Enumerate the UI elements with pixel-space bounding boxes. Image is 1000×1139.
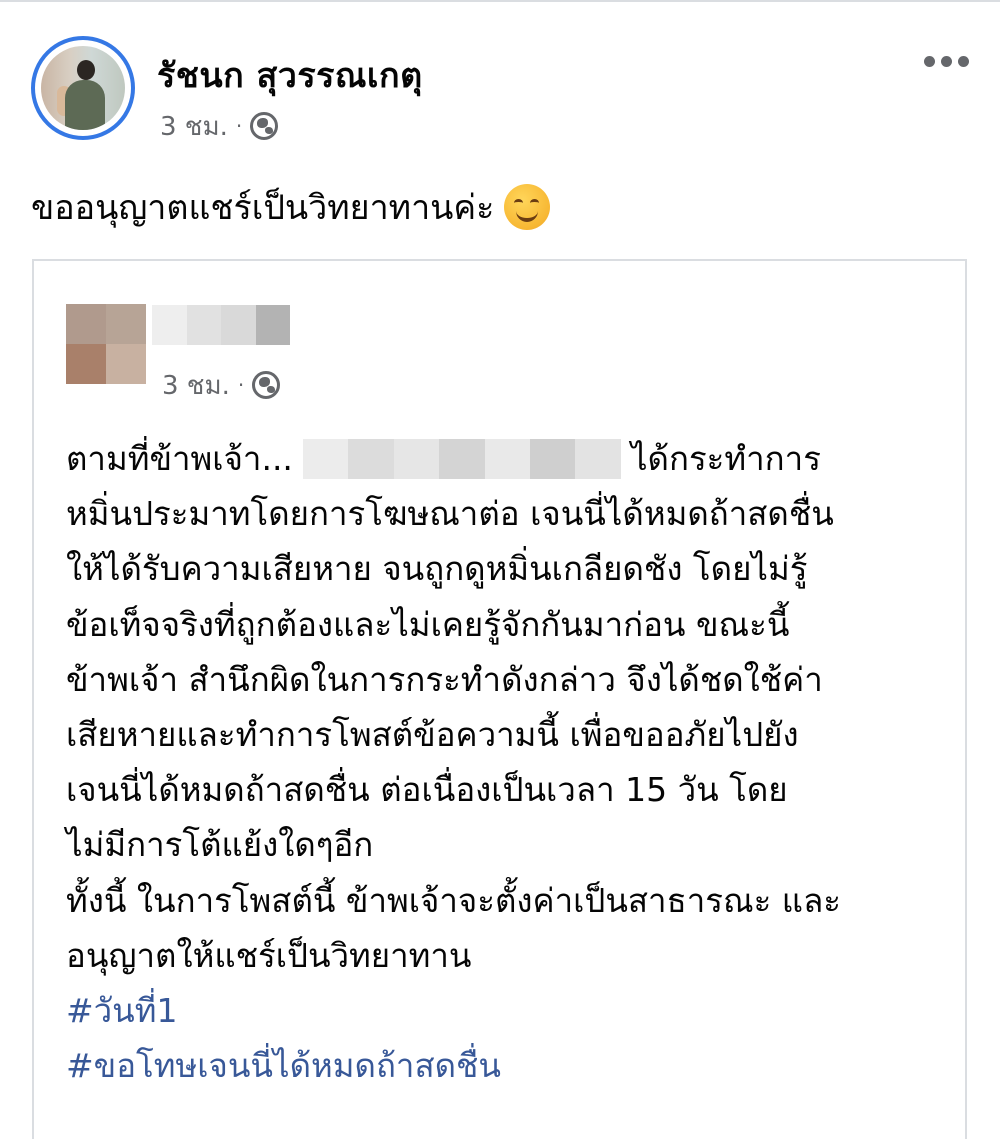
top-divider: [0, 0, 1000, 2]
body-line-end: ได้กระทำการ: [630, 439, 821, 478]
body-line: เจนนี่ได้หมดถ้าสดชื่น ต่อเนื่องเป็นเวลา …: [66, 770, 788, 810]
body-line: ตามที่ข้าพเจ้า... ได้กระทำการ: [66, 431, 946, 486]
body-line: ไม่มีการโต้แย้งใดๆอีก: [66, 825, 374, 865]
globe-icon[interactable]: [250, 112, 279, 140]
body-line: หมิ่นประมาทโดยการโฆษณาต่อ เจนนี่ได้หมดถ้…: [66, 494, 834, 534]
avatar-photo: [41, 46, 125, 130]
meta-separator: ·: [235, 114, 243, 138]
hashtag-link[interactable]: #วันที่1: [66, 983, 946, 1038]
post-meta: 3 ชม. ·: [160, 106, 279, 147]
shared-meta-separator: ·: [237, 373, 245, 397]
body-line: เสียหายและทำการโพสต์ข้อความนี้ เพื่อขออภ…: [66, 714, 799, 754]
globe-icon[interactable]: [252, 371, 281, 399]
shared-post-card[interactable]: 3 ชม. · ตามที่ข้าพเจ้า... ได้กระทำการ หม…: [32, 259, 967, 1139]
body-line-start: ตามที่ข้าพเจ้า...: [66, 439, 293, 478]
more-options-icon[interactable]: [924, 56, 969, 67]
body-line: อนุญาตให้แชร์เป็นวิทยาทาน: [66, 935, 472, 975]
smiling-face-emoji-icon: [504, 184, 551, 230]
shared-post-meta: 3 ชม. ·: [162, 365, 281, 406]
hashtag-link[interactable]: #ขอโทษเจนนี่ได้หมดถ้าสดชื่น: [66, 1038, 946, 1093]
author-name[interactable]: รัชนก สุวรรณเกตุ: [157, 48, 423, 102]
post-caption: ขออนุญาตแชร์เป็นวิทยาทานค่ะ: [31, 180, 551, 234]
shared-post-body: ตามที่ข้าพเจ้า... ได้กระทำการ หมิ่นประมา…: [66, 431, 946, 1093]
redacted-name-block: [302, 438, 621, 479]
shared-post-timestamp[interactable]: 3 ชม.: [162, 365, 230, 406]
body-line: ข้อเท็จจริงที่ถูกต้องและไม่เคยรู้จักกันม…: [66, 604, 790, 644]
body-line: ข้าพเจ้า สำนึกผิดในการกระทำดังกล่าว จึงไ…: [66, 659, 823, 699]
body-line: ให้ได้รับความเสียหาย จนถูกดูหมิ่นเกลียดช…: [66, 549, 808, 589]
post-timestamp[interactable]: 3 ชม.: [160, 106, 228, 147]
shared-author-avatar-blurred[interactable]: [66, 304, 146, 384]
body-line: ทั้งนี้ ในการโพสต์นี้ ข้าพเจ้าจะตั้งค่าเ…: [66, 880, 842, 920]
post-caption-text: ขออนุญาตแชร์เป็นวิทยาทานค่ะ: [31, 188, 495, 228]
author-avatar[interactable]: [31, 36, 135, 140]
shared-author-name-blurred[interactable]: [152, 305, 290, 355]
